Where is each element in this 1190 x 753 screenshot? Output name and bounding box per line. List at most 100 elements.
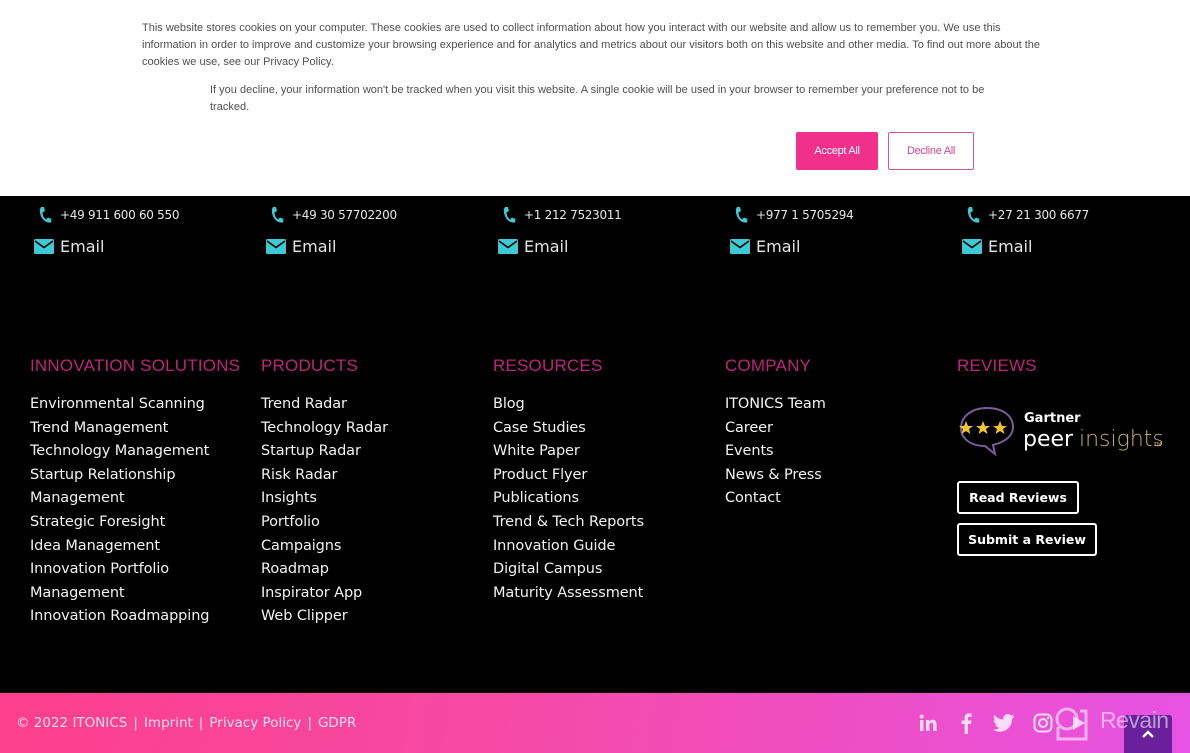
footer-link[interactable]: Career bbox=[725, 417, 826, 441]
phone-number: +977 1 5705294 bbox=[756, 208, 854, 222]
svg-text:peer: peer bbox=[1023, 427, 1074, 452]
email-link[interactable]: Email bbox=[262, 236, 397, 256]
innovation-solutions-list: Environmental Scanning Trend Management Te… bbox=[30, 393, 240, 629]
legal-links: © 2022 ITONICS | Imprint | Privacy Polic… bbox=[16, 715, 356, 731]
separator: | bbox=[198, 715, 204, 731]
email-link[interactable]: Email bbox=[958, 236, 1089, 256]
contact-column: +49 30 57702200 Email bbox=[262, 205, 397, 256]
svg-text:TM: TM bbox=[1153, 442, 1161, 448]
contact-column: +977 1 5705294 Email bbox=[726, 205, 854, 256]
phone-number: +27 21 300 6677 bbox=[988, 208, 1089, 222]
email-icon bbox=[34, 238, 54, 254]
footer-link[interactable]: Strategic Foresight bbox=[30, 511, 240, 535]
read-reviews-button[interactable]: Read Reviews bbox=[957, 481, 1079, 514]
footer-link[interactable]: Blog bbox=[493, 393, 644, 417]
youtube-icon[interactable] bbox=[1066, 711, 1090, 735]
innovation-solutions-column: INNOVATION SOLUTIONS Environmental Scann… bbox=[30, 356, 240, 629]
footer-link[interactable]: Technology Radar bbox=[261, 417, 388, 441]
footer-link[interactable]: Case Studies bbox=[493, 417, 644, 441]
footer-link[interactable]: Publications bbox=[493, 487, 644, 511]
linkedin-icon[interactable] bbox=[916, 711, 940, 735]
email-label: Email bbox=[292, 236, 337, 256]
chevron-up-icon bbox=[1142, 730, 1154, 738]
footer-link[interactable]: Contact bbox=[725, 487, 826, 511]
contact-column: +27 21 300 6677 Email bbox=[958, 205, 1089, 256]
footer-link[interactable]: Management bbox=[30, 487, 240, 511]
gartner-text: Gartner bbox=[1024, 411, 1081, 426]
footer-link[interactable]: Risk Radar bbox=[261, 464, 388, 488]
twitter-icon[interactable] bbox=[992, 711, 1016, 735]
privacy-policy-link[interactable]: Privacy Policy bbox=[209, 715, 301, 731]
cookie-decline-text: If you decline, your information won't b… bbox=[210, 84, 985, 113]
separator: | bbox=[307, 715, 312, 731]
footer-link[interactable]: Insights bbox=[261, 487, 388, 511]
phone-link[interactable]: +49 911 600 60 550 bbox=[30, 205, 179, 225]
footer-link[interactable]: Trend Radar bbox=[261, 393, 388, 417]
footer-link[interactable]: Technology Management bbox=[30, 440, 240, 464]
footer-link[interactable]: Management bbox=[30, 582, 240, 606]
phone-link[interactable]: +977 1 5705294 bbox=[726, 205, 854, 225]
email-link[interactable]: Email bbox=[726, 236, 853, 256]
footer-link[interactable]: Portfolio bbox=[261, 511, 388, 535]
footer-link[interactable]: Maturity Assessment bbox=[493, 582, 644, 606]
email-icon bbox=[498, 238, 518, 254]
column-heading: REVIEWS bbox=[957, 356, 1037, 375]
footer-link[interactable]: Trend & Tech Reports bbox=[493, 511, 644, 535]
decline-all-button[interactable]: Decline All bbox=[888, 132, 974, 170]
copyright-text: © 2022 ITONICS bbox=[16, 715, 128, 731]
phone-icon bbox=[503, 207, 516, 223]
footer-link[interactable]: News & Press bbox=[725, 464, 826, 488]
email-icon bbox=[962, 238, 982, 254]
phone-icon bbox=[735, 207, 748, 223]
email-label: Email bbox=[60, 236, 105, 256]
products-column: PRODUCTS Trend Radar Technology Radar Star… bbox=[261, 356, 388, 629]
footer-link[interactable]: Environmental Scanning bbox=[30, 393, 240, 417]
cookie-main-text: This website stores cookies on your comp… bbox=[142, 22, 1040, 68]
footer-link[interactable]: Innovation Portfolio bbox=[30, 558, 240, 582]
footer-bottom-bar: © 2022 ITONICS | Imprint | Privacy Polic… bbox=[0, 693, 1190, 753]
column-heading: RESOURCES bbox=[493, 356, 603, 375]
reviews-column: REVIEWS bbox=[957, 356, 1037, 393]
footer-link[interactable]: Web Clipper bbox=[261, 605, 388, 629]
imprint-link[interactable]: Imprint bbox=[144, 715, 193, 731]
footer-link[interactable]: Startup Relationship bbox=[30, 464, 240, 488]
instagram-icon[interactable] bbox=[1031, 711, 1055, 735]
contact-column: +49 911 600 60 550 Email bbox=[30, 205, 179, 256]
scroll-to-top-button[interactable] bbox=[1124, 715, 1172, 753]
phone-link[interactable]: +1 212 7523011 bbox=[494, 205, 622, 225]
phone-number: +49 30 57702200 bbox=[292, 208, 397, 222]
gdpr-link[interactable]: GDPR bbox=[318, 715, 356, 731]
phone-number: +49 911 600 60 550 bbox=[60, 208, 180, 222]
footer-link[interactable]: Innovation Guide bbox=[493, 535, 644, 559]
footer-link[interactable]: White Paper bbox=[493, 440, 644, 464]
column-heading: COMPANY bbox=[725, 356, 812, 375]
svg-text:insights: insights bbox=[1079, 427, 1164, 452]
email-link[interactable]: Email bbox=[494, 236, 621, 256]
email-label: Email bbox=[756, 236, 801, 256]
facebook-icon[interactable] bbox=[954, 711, 978, 735]
products-list: Trend Radar Technology Radar Startup Radar… bbox=[261, 393, 388, 629]
footer-link[interactable]: Startup Radar bbox=[261, 440, 388, 464]
phone-number: +1 212 7523011 bbox=[524, 208, 622, 222]
column-heading: PRODUCTS bbox=[261, 356, 358, 375]
phone-link[interactable]: +49 30 57702200 bbox=[262, 205, 397, 225]
footer-link[interactable]: Digital Campus bbox=[493, 558, 644, 582]
email-label: Email bbox=[524, 236, 569, 256]
footer-link[interactable]: Idea Management bbox=[30, 535, 240, 559]
email-icon bbox=[730, 238, 750, 254]
footer-link[interactable]: Product Flyer bbox=[493, 464, 644, 488]
gartner-peer-insights-logo[interactable]: Gartner peer insights TM bbox=[957, 404, 1167, 457]
email-link[interactable]: Email bbox=[30, 236, 179, 256]
column-heading: INNOVATION SOLUTIONS bbox=[30, 356, 241, 375]
footer-link[interactable]: Events bbox=[725, 440, 826, 464]
footer-link[interactable]: ITONICS Team bbox=[725, 393, 826, 417]
footer-link[interactable]: Campaigns bbox=[261, 535, 388, 559]
footer-link[interactable]: Roadmap bbox=[261, 558, 388, 582]
phone-link[interactable]: +27 21 300 6677 bbox=[958, 205, 1089, 225]
footer-link[interactable]: Trend Management bbox=[30, 417, 240, 441]
email-icon bbox=[266, 238, 286, 254]
footer-link[interactable]: Innovation Roadmapping bbox=[30, 605, 240, 629]
accept-all-button[interactable]: Accept All bbox=[796, 132, 878, 170]
footer-link[interactable]: Inspirator App bbox=[261, 582, 388, 606]
submit-review-button[interactable]: Submit a Review bbox=[957, 523, 1097, 556]
